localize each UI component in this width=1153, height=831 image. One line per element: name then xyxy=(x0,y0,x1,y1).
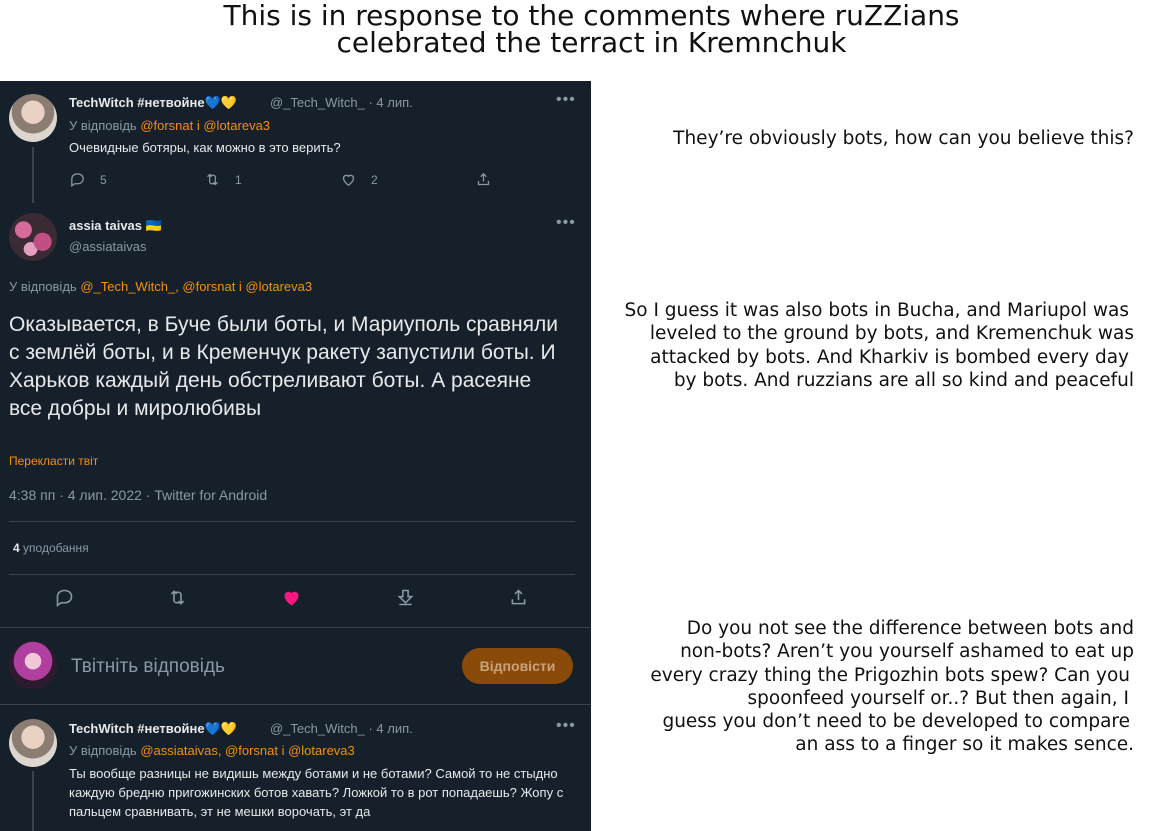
avatar[interactable] xyxy=(9,213,57,261)
tweet-author-meta[interactable]: @_Tech_Witch_ · 4 лип. xyxy=(270,721,413,736)
current-user-avatar[interactable] xyxy=(9,641,57,689)
annotation-3: Do you not see the difference between bo… xyxy=(650,617,1134,757)
translate-link[interactable]: Перекласти твіт xyxy=(9,454,98,468)
thread-connector xyxy=(32,771,34,831)
annotation-2-line: by bots. And ruzzians are all so kind an… xyxy=(673,369,1134,391)
likes-count: 4 xyxy=(13,541,20,555)
annotation-2-line: leveled to the ground by bots, and Kreme… xyxy=(649,323,1134,345)
reply-prefix: У відповідь xyxy=(9,279,77,294)
share-action[interactable] xyxy=(475,171,492,188)
annotation-1: They’re obviously bots, how can you beli… xyxy=(673,128,1134,149)
tweet-timestamp[interactable]: 4:38 пп · 4 лип. 2022 · Twitter for Andr… xyxy=(9,487,267,503)
annotation-2: So I guess it was also bots in Bucha, an… xyxy=(625,299,1135,392)
likes-label: уподобання xyxy=(23,541,89,555)
annotation-2-line: So I guess it was also bots in Bucha, an… xyxy=(624,300,1130,321)
thread-connector xyxy=(32,147,34,203)
title-line-2: celebrated the terract in Kremnchuk xyxy=(336,26,847,59)
heart-filled-icon xyxy=(284,591,299,606)
reply-button[interactable]: Відповісти xyxy=(462,648,573,684)
reply-mentions[interactable]: @_Tech_Witch_, @forsnat і @lotareva3 xyxy=(80,279,312,294)
divider xyxy=(0,627,591,628)
reply-action[interactable]: 5 xyxy=(69,171,107,188)
more-options-icon[interactable]: ••• xyxy=(556,717,576,735)
tweet-author-name[interactable]: TechWitch #нетвойне💙💛 xyxy=(69,721,237,737)
divider xyxy=(9,574,575,575)
annotation-3-line: Do you not see the difference between bo… xyxy=(686,618,1134,639)
download-icon xyxy=(397,589,414,606)
more-options-icon[interactable]: ••• xyxy=(556,214,576,232)
reply-composer-input[interactable]: Твітніть відповідь xyxy=(71,656,225,678)
tweet-text: Оказывается, в Буче были боты, и Мариупо… xyxy=(9,313,558,420)
annotation-2-line: attacked by bots. And Kharkiv is bombed … xyxy=(650,346,1129,368)
tweet-text: Очевидные ботяры, как можно в это верить… xyxy=(69,140,341,155)
share-icon xyxy=(477,172,490,186)
divider xyxy=(9,521,575,522)
share-icon xyxy=(511,589,526,605)
page-title: This is in response to the comments wher… xyxy=(0,0,1153,59)
reply-action[interactable] xyxy=(54,587,75,608)
retweet-action[interactable] xyxy=(167,587,188,608)
reply-count: 5 xyxy=(100,172,107,187)
divider xyxy=(0,704,591,705)
heart-icon xyxy=(342,174,355,186)
more-options-icon[interactable]: ••• xyxy=(556,91,576,109)
tweet-author-name[interactable]: TechWitch #нетвойне💙💛 xyxy=(69,95,237,111)
reply-prefix: У відповідь xyxy=(69,118,137,133)
reply-context: У відповідь @forsnat і @lotareva3 xyxy=(69,118,270,133)
reply-mentions[interactable]: @forsnat і @lotareva3 xyxy=(140,118,270,133)
annotation-3-line: every crazy thing the Prigozhin bots spe… xyxy=(650,664,1130,686)
retweet-count: 1 xyxy=(235,172,242,187)
reply-context: У відповідь @assiataivas, @forsnat і @lo… xyxy=(69,743,355,758)
reply-mentions[interactable]: @assiataivas, @forsnat і @lotareva3 xyxy=(140,743,354,758)
bookmark-action[interactable] xyxy=(395,587,416,608)
avatar[interactable] xyxy=(9,94,57,142)
reply-icon xyxy=(71,173,84,188)
reply-prefix: У відповідь xyxy=(69,743,137,758)
reply-context: У відповідь @_Tech_Witch_, @forsnat і @l… xyxy=(9,279,312,294)
retweet-action[interactable]: 1 xyxy=(204,171,242,188)
retweet-icon xyxy=(170,590,185,605)
twitter-thread-panel: TechWitch #нетвойне💙💛 @_Tech_Witch_ · 4 … xyxy=(0,81,591,831)
annotation-3-line: spoonfeed yourself or..? But then again,… xyxy=(747,687,1130,709)
reply-icon xyxy=(56,589,73,607)
tweet-text: Ты вообще разницы не видишь между ботами… xyxy=(69,766,564,819)
share-action[interactable] xyxy=(508,587,529,608)
tweet-author-meta[interactable]: @_Tech_Witch_ · 4 лип. xyxy=(270,95,413,110)
annotation-3-line: guess you don’t need to be developed to … xyxy=(662,711,1130,733)
likes-summary[interactable]: 4 уподобання xyxy=(13,541,89,555)
title-line-1: This is in response to the comments wher… xyxy=(223,0,960,32)
avatar[interactable] xyxy=(9,719,57,767)
tweet-author-handle[interactable]: @assiataivas xyxy=(69,239,147,254)
tweet-author-name[interactable]: assia taivas 🇺🇦 xyxy=(69,218,162,234)
like-action[interactable] xyxy=(281,587,302,608)
like-count: 2 xyxy=(371,172,378,187)
retweet-icon xyxy=(207,173,218,186)
annotation-3-line: an ass to a finger so it makes sence. xyxy=(795,734,1134,756)
annotation-3-line: non-bots? Aren’t you yourself ashamed to… xyxy=(680,641,1134,663)
like-action[interactable]: 2 xyxy=(340,171,378,188)
